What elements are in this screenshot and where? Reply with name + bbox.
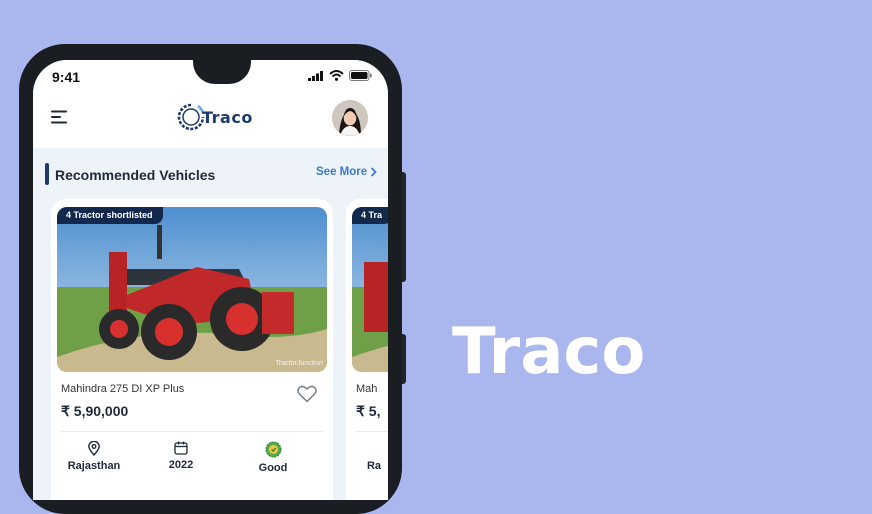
phone-notch [193,60,251,84]
app-header: 9:41 Traco [33,60,388,148]
condition-badge-icon [265,441,281,458]
section-accent-bar [45,163,49,185]
location-pin-icon [88,441,100,456]
vehicle-name: Mah [356,383,378,395]
see-more-label: See More [316,166,368,178]
spec-location: Rajasthan [54,441,134,472]
status-time: 9:41 [52,69,81,85]
see-more-link[interactable]: See More [316,166,377,178]
shortlisted-badge: 4 Tractor shortlisted [57,207,163,224]
app-screen: 9:41 Traco Recommended Vehicles See More… [33,60,388,500]
chevron-right-icon [371,167,377,177]
hero-title: Traco [452,315,646,389]
shortlisted-badge: 4 Tra [352,207,388,224]
vehicle-image: 4 Tra [352,207,388,372]
spec-year: 2022 [141,441,221,471]
signal-icon [308,70,323,81]
tractor-photo [57,207,327,372]
status-icons [308,70,372,81]
spec-location: Ra [334,441,388,472]
battery-icon [349,70,372,81]
year-label: 2022 [168,459,194,471]
vehicle-price: ₹ 5,90,000 [61,403,129,419]
vehicle-card[interactable]: 4 Tra Mah ₹ 5, Ra [346,199,388,500]
menu-icon[interactable] [51,110,67,124]
tractor-photo [352,207,388,372]
image-watermark: TractorJunction [275,360,323,367]
condition-label: Good [258,462,288,474]
wifi-icon [329,70,344,81]
spec-condition: Good [233,441,313,474]
vehicle-name: Mahindra 275 DI XP Plus [61,383,185,395]
location-label: Ra [366,460,382,472]
user-avatar-image [332,100,368,136]
location-label: Rajasthan [67,460,121,472]
app-logo: Traco [176,102,253,132]
avatar[interactable] [332,100,368,136]
vehicle-price: ₹ 5, [356,403,381,419]
card-divider [356,431,388,432]
vehicle-card[interactable]: 4 Tractor shortlisted TractorJunction Ma… [51,199,333,500]
section-title: Recommended Vehicles [55,167,216,183]
card-divider [61,431,323,432]
phone-frame: 9:41 Traco Recommended Vehicles See More… [19,44,402,514]
logo-text: Traco [202,107,253,127]
calendar-icon [174,441,188,455]
vehicle-image: 4 Tractor shortlisted TractorJunction [57,207,327,372]
heart-icon[interactable] [297,385,317,403]
